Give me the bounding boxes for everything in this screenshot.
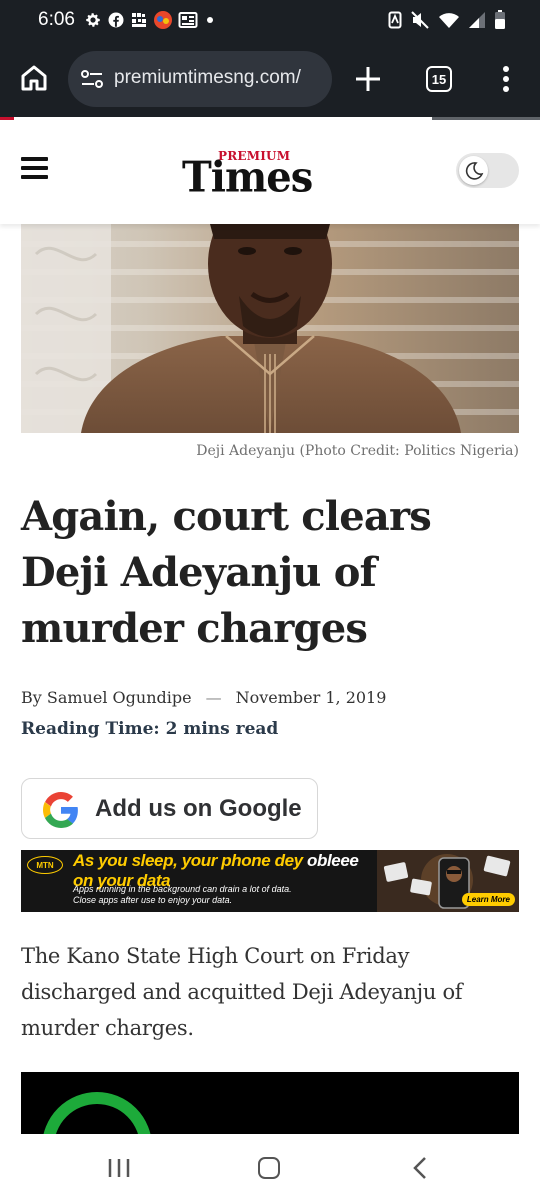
site-settings-icon[interactable] xyxy=(80,69,104,93)
tab-switcher-button[interactable]: 15 xyxy=(426,66,452,92)
embedded-media[interactable] xyxy=(21,1072,519,1134)
hamburger-menu-icon[interactable] xyxy=(21,157,48,179)
signal-icon xyxy=(468,11,486,29)
ad-learn-more-button[interactable]: Learn More xyxy=(461,893,515,906)
back-nav-icon[interactable] xyxy=(412,1156,428,1180)
dot-icon xyxy=(207,17,213,23)
ad-headline-part2: obleee xyxy=(307,851,359,870)
photo-caption: Deji Adeyanju (Photo Credit: Politics Ni… xyxy=(196,443,519,459)
home-icon[interactable] xyxy=(18,62,50,94)
logo-times-text: Times xyxy=(182,152,313,203)
wifi-icon xyxy=(438,11,460,29)
ad-subtext: Apps running in the background can drain… xyxy=(73,884,292,905)
home-nav-icon[interactable] xyxy=(258,1157,280,1179)
author-link[interactable]: By Samuel Ogundipe xyxy=(21,688,192,707)
mtn-ad-banner[interactable]: MTN As you sleep, your phone dey obleee … xyxy=(21,850,519,912)
new-tab-plus-icon[interactable] xyxy=(354,65,382,93)
reading-time: Reading Time: 2 mins read xyxy=(21,719,278,739)
nfc-icon xyxy=(388,11,402,29)
moon-icon xyxy=(459,156,488,185)
system-icons xyxy=(388,9,506,31)
article-headline: Again, court clears Deji Adeyanju of mur… xyxy=(21,493,432,652)
news-icon xyxy=(178,11,198,29)
ad-headline-part1: As you sleep, your phone dey xyxy=(73,851,308,870)
dark-mode-toggle[interactable] xyxy=(456,153,519,188)
facebook-icon xyxy=(107,11,125,29)
app-avatar-icon xyxy=(153,10,173,30)
battery-icon xyxy=(494,10,506,30)
byline: By Samuel Ogundipe — November 1, 2019 xyxy=(21,688,386,707)
mute-icon xyxy=(410,11,430,29)
browser-toolbar: premiumtimesng.com/ 15 xyxy=(0,40,540,118)
system-navigation-bar xyxy=(0,1134,540,1200)
status-time: 6:06 xyxy=(38,9,75,30)
site-header: PREMIUM Times xyxy=(0,120,540,224)
more-menu-icon[interactable] xyxy=(498,64,514,94)
byline-separator: — xyxy=(205,688,222,707)
status-bar: 6:06 xyxy=(0,0,540,40)
whatsapp-logo-icon xyxy=(42,1092,152,1134)
article-hero-image xyxy=(21,224,519,433)
premium-times-logo[interactable]: PREMIUM Times xyxy=(180,146,325,202)
url-text: premiumtimesng.com/ xyxy=(114,67,301,88)
notification-icons xyxy=(84,10,213,30)
publish-date: November 1, 2019 xyxy=(235,688,387,707)
grid-app-icon xyxy=(130,11,148,29)
reading-time-label: Reading Time: xyxy=(21,719,160,739)
article-paragraph: The Kano State High Court on Friday disc… xyxy=(21,944,463,1040)
mtn-logo: MTN xyxy=(27,856,63,874)
google-g-icon xyxy=(42,792,79,828)
recent-apps-icon[interactable] xyxy=(106,1157,132,1179)
add-us-on-google-label: Add us on Google xyxy=(95,795,302,822)
address-bar[interactable]: premiumtimesng.com/ xyxy=(68,51,332,107)
gear-icon xyxy=(84,11,102,29)
reading-time-value: 2 mins read xyxy=(165,719,279,739)
add-us-on-google-button[interactable]: Add us on Google xyxy=(21,778,318,839)
